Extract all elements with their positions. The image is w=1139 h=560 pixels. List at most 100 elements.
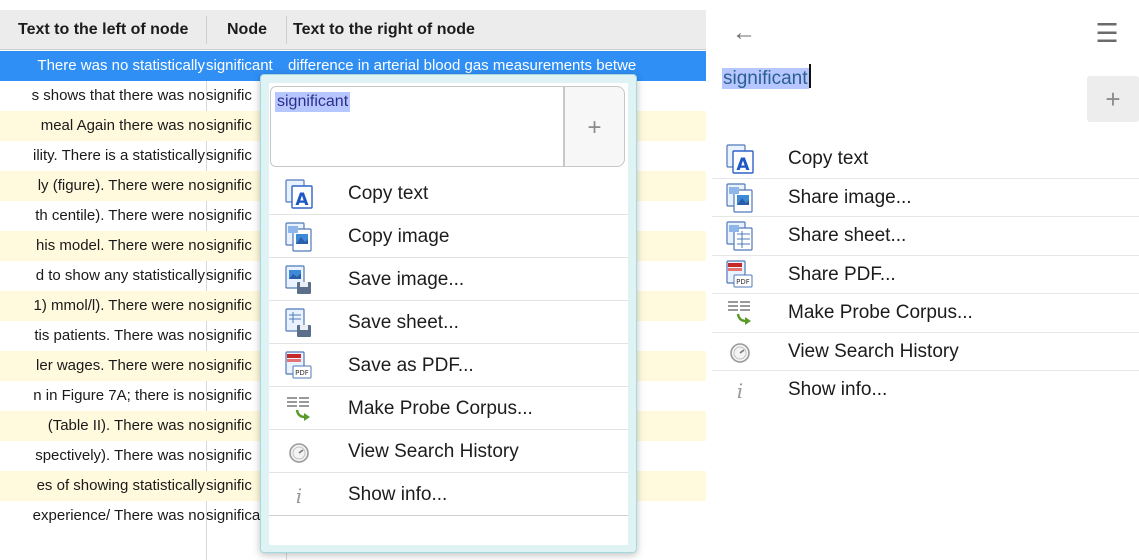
svg-text:A: A [736,155,750,175]
popup-menu-item-label: Save sheet... [348,312,459,333]
left-context-cell: ler wages. There were no [36,357,205,374]
context-popup: significant + A Copy text Copy image Save i… [260,74,637,553]
history-icon [724,336,756,368]
left-context-cell: s shows that there was no [31,87,205,104]
node-cell: signific [206,387,252,404]
left-context-cell: n in Figure 7A; there is no [33,387,205,404]
share-sheet-icon [724,220,756,252]
node-cell: signific [206,297,252,314]
text-caret [808,64,811,88]
side-menu: A Copy text Share image... Share sheet... PD… [712,140,1139,410]
back-arrow-icon[interactable]: ← [732,18,762,48]
left-context-cell: 1) mmol/l). There were no [33,297,205,314]
search-query-text: significant [275,92,351,112]
popup-menu-item[interactable]: PDF Save as PDF... [269,344,628,387]
save-sheet-icon [283,307,315,339]
node-cell: signific [206,417,252,434]
side-add-button[interactable]: + [1087,76,1139,122]
left-context-cell: d to show any statistically [35,267,205,284]
side-panel: ← ☰ significant + A Copy text Share image.… [712,0,1139,560]
side-menu-item[interactable]: Make Probe Corpus... [712,294,1139,333]
column-divider [286,16,287,44]
side-menu-item-label: Copy text [788,148,869,169]
copy-text-icon: A [724,143,756,175]
side-menu-item-label: Make Probe Corpus... [788,302,973,323]
popup-menu-item-label: Copy text [348,183,429,204]
popup-menu-item[interactable]: i Show info... [269,473,628,516]
popup-menu-item-label: Make Probe Corpus... [348,398,533,419]
share-pdf-icon: PDF [724,259,756,291]
hamburger-menu-icon[interactable]: ☰ [1087,18,1127,48]
popup-menu-item[interactable]: Save sheet... [269,301,628,344]
side-menu-item-label: Share PDF... [788,263,896,285]
side-menu-item[interactable]: i Show info... [712,371,1139,410]
info-icon: i [724,374,756,406]
side-menu-item[interactable]: Share sheet... [712,217,1139,256]
left-context-cell: his model. There were no [36,237,205,254]
side-menu-item-label: Share sheet... [788,225,907,246]
info-icon: i [283,479,315,511]
popup-menu: A Copy text Copy image Save image... Save sh… [269,172,628,516]
popup-menu-item[interactable]: Copy image [269,215,628,258]
side-menu-item-label: Show info... [788,379,888,400]
popup-menu-item-label: Copy image [348,226,450,247]
left-context-cell: (Table II). There was no [47,417,205,434]
popup-menu-item[interactable]: View Search History [269,430,628,473]
left-context-cell: th centile). There were no [35,207,205,224]
svg-text:PDF: PDF [295,369,309,377]
side-menu-item[interactable]: View Search History [712,333,1139,371]
node-cell: signific [206,477,252,494]
node-cell: signific [206,147,252,164]
svg-text:i: i [296,484,302,508]
side-menu-item[interactable]: PDF Share PDF... [712,256,1139,294]
left-context-cell: meal Again there was no [40,117,205,134]
side-menu-item-label: View Search History [788,340,959,362]
left-context-cell: ly (figure). There were no [37,177,205,194]
svg-text:PDF: PDF [736,278,750,286]
left-context-cell: experience/ There was no [32,507,205,524]
probe-corpus-icon [283,393,315,425]
side-search-text: significant [722,68,809,89]
column-header-node[interactable]: Node [227,10,267,50]
popup-menu-item[interactable]: A Copy text [269,172,628,215]
side-menu-item[interactable]: A Copy text [712,140,1139,179]
copy-image-icon [283,221,315,253]
left-context-cell: tis patients. There was no [34,327,205,344]
left-context-cell: spectively). There was no [35,447,205,464]
save-image-icon [283,264,315,296]
node-cell: signific [206,117,252,134]
left-context-cell: es of showing statistically [36,477,205,494]
popup-menu-item-label: Show info... [348,484,448,505]
node-cell: signific [206,327,252,344]
copy-text-icon: A [283,178,315,210]
node-cell: signific [206,237,252,254]
node-cell: signific [206,357,252,374]
column-divider [206,16,207,44]
add-query-button[interactable]: + [564,86,625,167]
column-header-left-context[interactable]: Text to the left of node [18,10,188,50]
svg-text:i: i [737,379,743,403]
node-cell: signific [206,267,252,284]
popup-menu-item-label: View Search History [348,441,519,462]
side-search-field[interactable]: significant [722,64,811,92]
table-header: Text to the left of node Node Text to th… [0,10,706,50]
popup-menu-item-label: Save image... [348,269,465,290]
share-image-icon [724,182,756,214]
history-icon [283,436,315,468]
node-cell: signific [206,87,252,104]
svg-text:A: A [295,190,309,210]
save-pdf-icon: PDF [283,350,315,382]
node-cell: signific [206,207,252,224]
probe-corpus-icon [724,297,756,329]
column-header-right-context[interactable]: Text to the right of node [293,10,475,50]
node-cell: signific [206,177,252,194]
search-query-field[interactable]: significant [270,86,564,167]
popup-menu-item-label: Save as PDF... [348,355,474,376]
side-menu-item[interactable]: Share image... [712,179,1139,217]
side-menu-item-label: Share image... [788,186,912,208]
popup-content: significant + A Copy text Copy image Save i… [269,83,628,545]
left-context-cell: ility. There is a statistically [33,147,205,164]
popup-menu-item[interactable]: Save image... [269,258,628,301]
popup-menu-item[interactable]: Make Probe Corpus... [269,387,628,430]
node-cell: signific [206,447,252,464]
